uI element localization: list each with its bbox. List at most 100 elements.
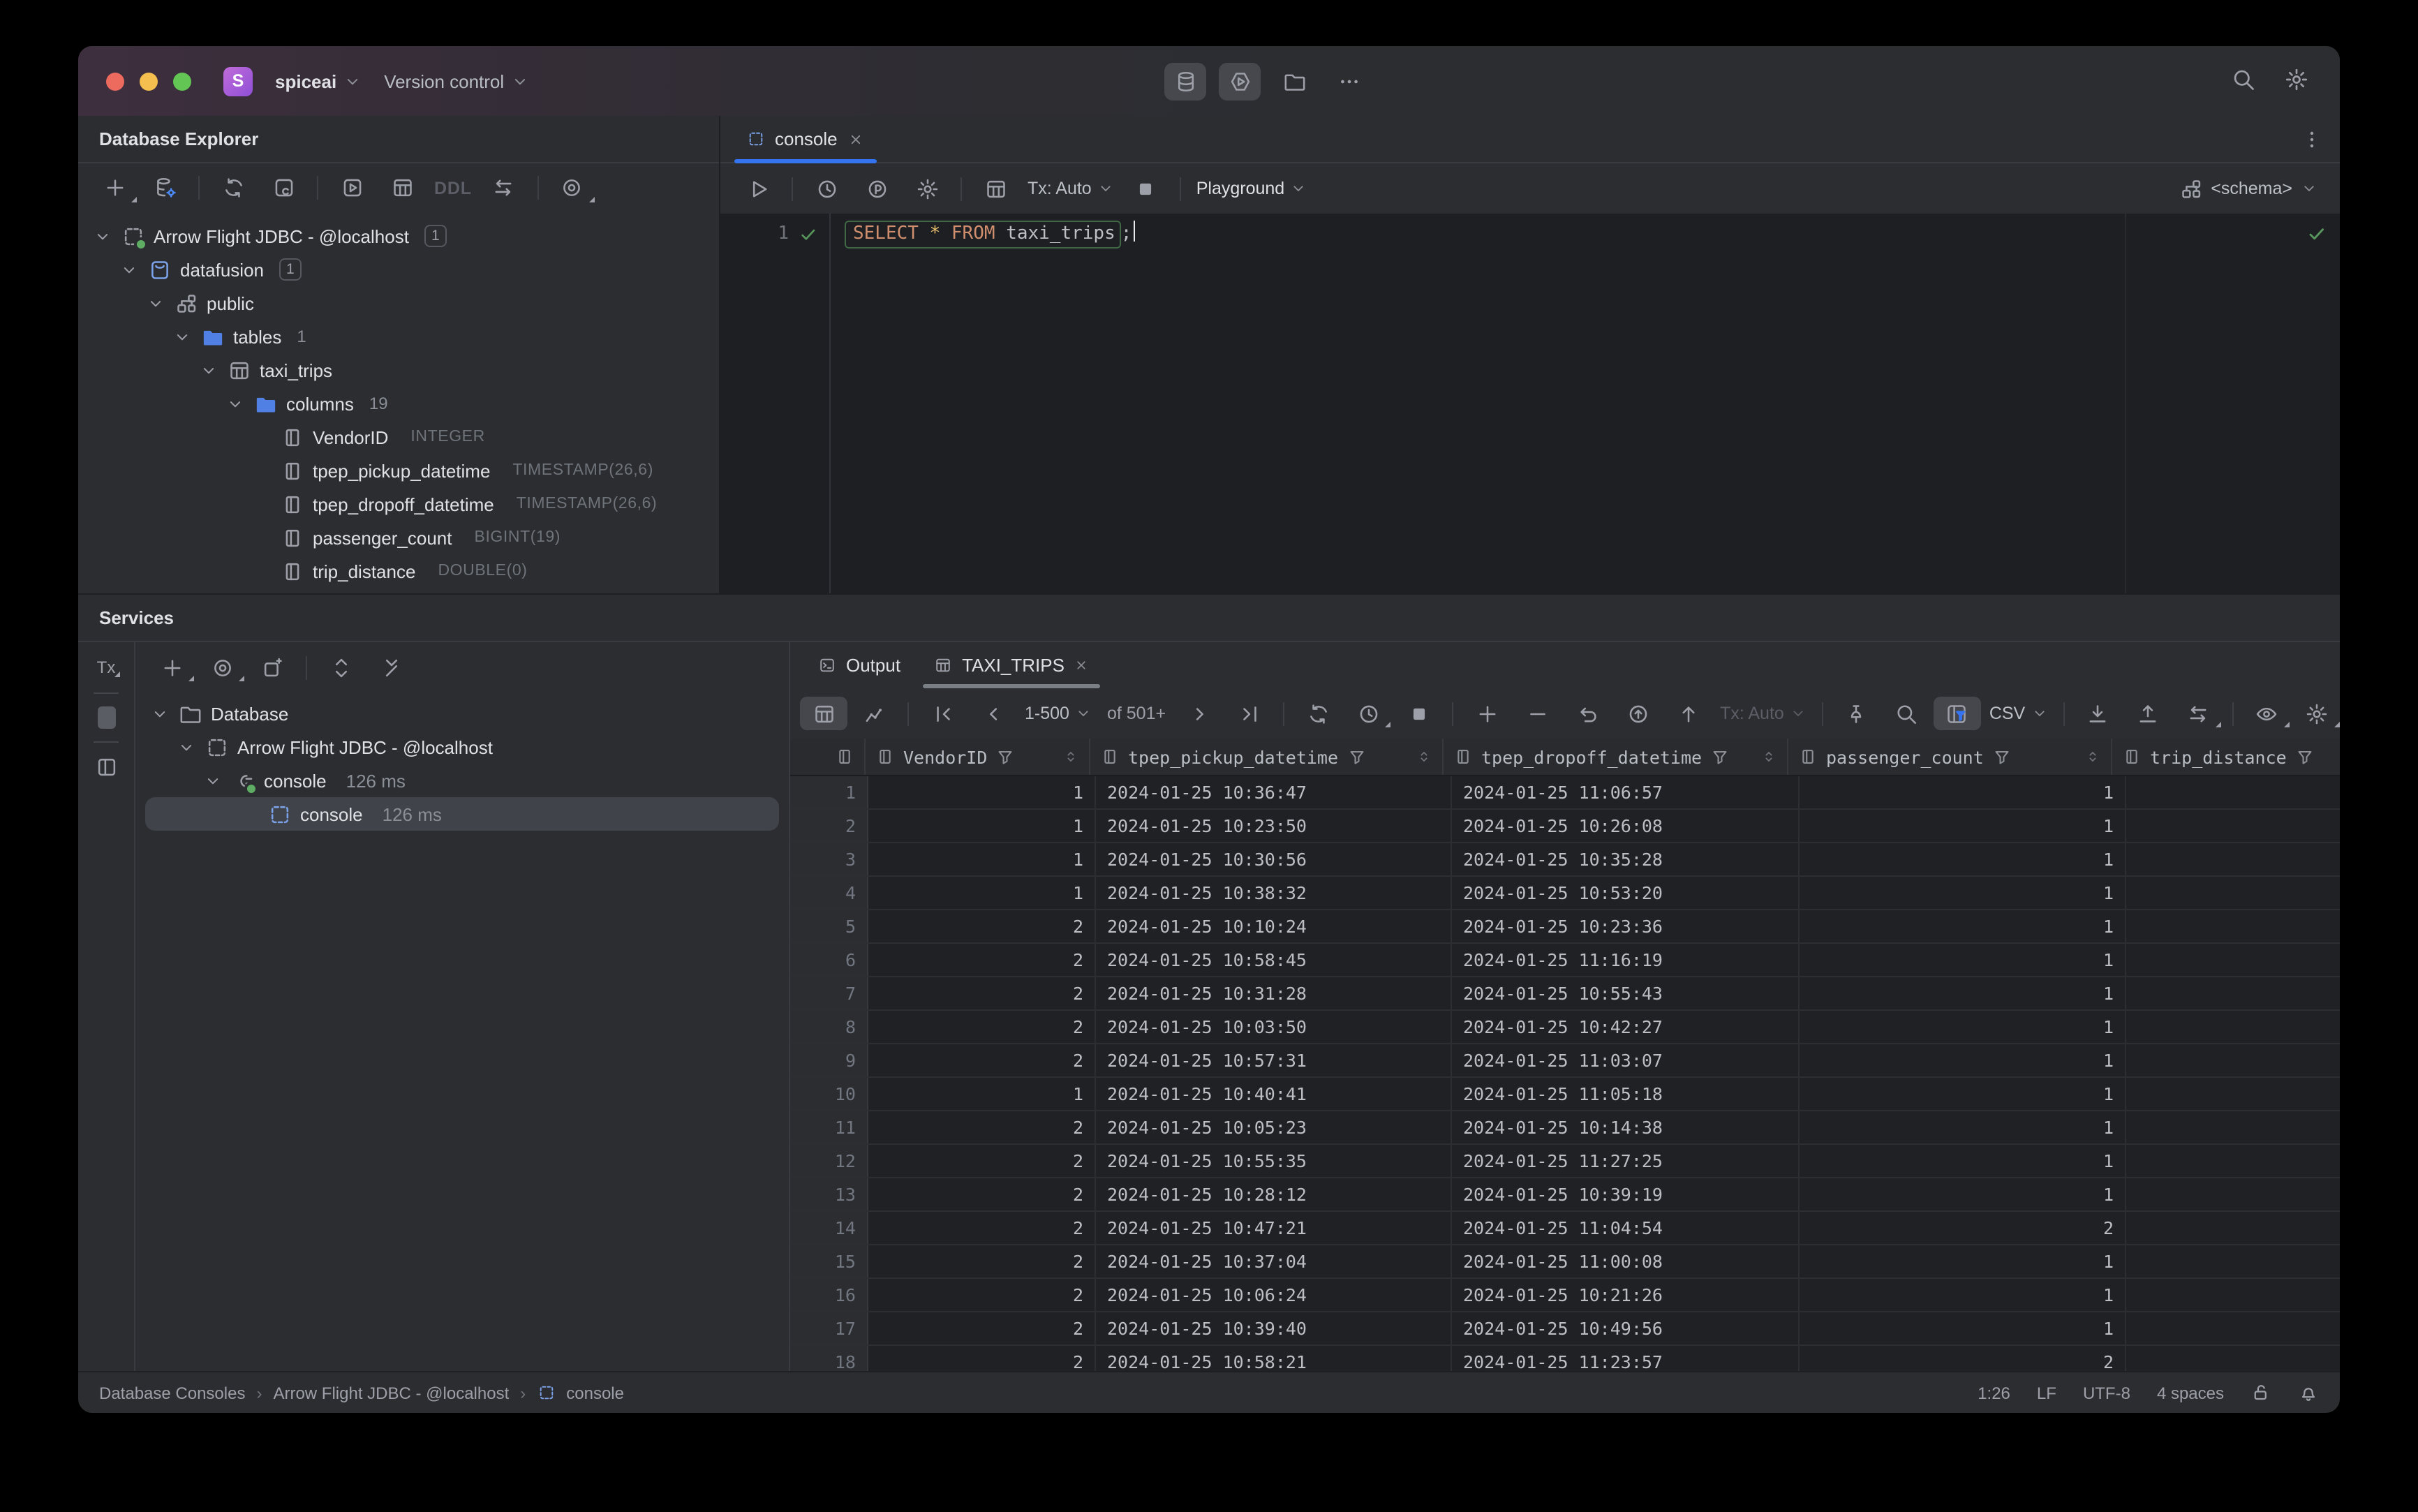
database-tool-button[interactable] <box>1164 62 1206 100</box>
chevron-down-icon[interactable] <box>172 327 193 346</box>
file-encoding[interactable]: UTF-8 <box>2083 1383 2130 1402</box>
unlock-icon[interactable] <box>2250 1382 2271 1403</box>
run-widget-button[interactable] <box>1219 62 1261 100</box>
svc-item-console-file[interactable]: console 126 ms <box>145 797 779 831</box>
cell-tpep_dropoff_datetime[interactable]: 2024-01-25 10:42:27 <box>1452 1011 1800 1043</box>
cell-passenger_count[interactable]: 1 <box>1800 1312 2126 1344</box>
tree-item-tpep-dropoff-datetime[interactable]: tpep_dropoff_datetime TIMESTAMP(26,6) <box>78 487 719 521</box>
sort-icon[interactable] <box>2084 748 2101 765</box>
pin-tab-button[interactable] <box>1833 697 1881 730</box>
table-row[interactable]: 15 2 2024-01-25 10:37:04 2024-01-25 11:00:0… <box>790 1245 2340 1279</box>
cell-passenger_count[interactable]: 2 <box>1800 1212 2126 1244</box>
cell-tpep_pickup_datetime[interactable]: 2024-01-25 10:58:21 <box>1096 1346 1452 1371</box>
cell-tpep_pickup_datetime[interactable]: 2024-01-25 10:40:41 <box>1096 1078 1452 1110</box>
table-row[interactable]: 12 2 2024-01-25 10:55:35 2024-01-25 11:27:2… <box>790 1145 2340 1178</box>
cell-vendorid[interactable]: 2 <box>868 1245 1096 1277</box>
row-number[interactable]: 7 <box>790 977 868 1009</box>
data-source-properties-button[interactable] <box>141 171 188 205</box>
project-menu[interactable]: spiceai <box>264 60 373 102</box>
cell-passenger_count[interactable]: 1 <box>1800 843 2126 875</box>
delete-row-button[interactable] <box>1513 697 1561 730</box>
previous-page-button[interactable] <box>969 697 1016 730</box>
table-row[interactable]: 13 2 2024-01-25 10:28:12 2024-01-25 10:39:1… <box>790 1178 2340 1212</box>
filter-funnel-icon[interactable] <box>995 747 1015 766</box>
row-number[interactable]: 5 <box>790 910 868 942</box>
vcs-menu[interactable]: Version control <box>373 60 540 102</box>
cell-vendorid[interactable]: 2 <box>868 1178 1096 1210</box>
cell-vendorid[interactable]: 2 <box>868 944 1096 976</box>
cell-passenger_count[interactable]: 1 <box>1800 810 2126 842</box>
cell-passenger_count[interactable]: 1 <box>1800 1279 2126 1311</box>
zoom-window-button[interactable] <box>173 72 191 90</box>
cell-passenger_count[interactable]: 1 <box>1800 944 2126 976</box>
view-as-chart-button[interactable] <box>850 697 898 730</box>
cell-trip_distance[interactable]: 1.8 <box>2126 1078 2340 1110</box>
cell-passenger_count[interactable]: 1 <box>1800 1078 2126 1110</box>
page-size-dropdown[interactable]: 1-500 <box>1019 697 1097 730</box>
cell-tpep_pickup_datetime[interactable]: 2024-01-25 10:37:04 <box>1096 1245 1452 1277</box>
column-header-vendorid[interactable]: VendorID <box>866 739 1090 775</box>
cell-trip_distance[interactable]: 0.43 <box>2126 1312 2340 1344</box>
cell-vendorid[interactable]: 2 <box>868 1312 1096 1344</box>
cell-trip_distance[interactable]: 0.98 <box>2126 1279 2340 1311</box>
chevron-down-icon[interactable] <box>92 227 113 245</box>
grid-corner-cell[interactable] <box>790 739 866 775</box>
table-row[interactable]: 4 1 2024-01-25 10:38:32 2024-01-25 10:53:20… <box>790 877 2340 910</box>
find-button[interactable] <box>1883 697 1931 730</box>
row-number[interactable]: 3 <box>790 843 868 875</box>
cell-tpep_pickup_datetime[interactable]: 2024-01-25 10:23:50 <box>1096 810 1452 842</box>
table-row[interactable]: 14 2 2024-01-25 10:47:21 2024-01-25 11:04:5… <box>790 1212 2340 1245</box>
cell-trip_distance[interactable]: 0.75 <box>2126 1178 2340 1210</box>
table-row[interactable]: 3 1 2024-01-25 10:30:56 2024-01-25 10:35:28… <box>790 843 2340 877</box>
row-number[interactable]: 11 <box>790 1111 868 1143</box>
table-row[interactable]: 8 2 2024-01-25 10:03:50 2024-01-25 10:42:27… <box>790 1011 2340 1044</box>
cell-tpep_pickup_datetime[interactable]: 2024-01-25 10:47:21 <box>1096 1212 1452 1244</box>
cell-passenger_count[interactable]: 1 <box>1800 1111 2126 1143</box>
more-tools-button[interactable] <box>1328 62 1370 100</box>
cell-tpep_pickup_datetime[interactable]: 2024-01-25 10:31:28 <box>1096 977 1452 1009</box>
row-number[interactable]: 14 <box>790 1212 868 1244</box>
cell-passenger_count[interactable]: 1 <box>1800 1178 2126 1210</box>
caret-position[interactable]: 1:26 <box>1978 1383 2010 1402</box>
cell-vendorid[interactable]: 1 <box>868 877 1096 909</box>
cell-tpep_pickup_datetime[interactable]: 2024-01-25 10:10:24 <box>1096 910 1452 942</box>
sort-icon[interactable] <box>1062 748 1079 765</box>
table-row[interactable]: 11 2 2024-01-25 10:05:23 2024-01-25 10:14:3… <box>790 1111 2340 1145</box>
indent-style[interactable]: 4 spaces <box>2157 1383 2224 1402</box>
tab-console[interactable]: console <box>732 116 880 163</box>
table-row[interactable]: 9 2 2024-01-25 10:57:31 2024-01-25 11:03:07… <box>790 1044 2340 1078</box>
tab-output[interactable]: Output <box>801 642 917 688</box>
column-header-passenger_count[interactable]: passenger_count <box>1788 739 2112 775</box>
jump-to-console-button[interactable] <box>260 171 307 205</box>
cell-passenger_count[interactable]: 1 <box>1800 877 2126 909</box>
cell-passenger_count[interactable]: 1 <box>1800 1011 2126 1043</box>
cell-tpep_pickup_datetime[interactable]: 2024-01-25 10:58:45 <box>1096 944 1452 976</box>
chevron-down-icon[interactable] <box>149 704 170 722</box>
filter-panel-button[interactable] <box>1933 697 1981 730</box>
breadcrumb-item[interactable]: console <box>566 1383 624 1402</box>
ddl-button[interactable]: DDL <box>429 171 477 205</box>
cell-passenger_count[interactable]: 1 <box>1800 776 2126 808</box>
tx-mode-dropdown[interactable]: Tx: Auto <box>1714 697 1812 730</box>
compare-button[interactable] <box>2174 697 2222 730</box>
view-options-button[interactable] <box>549 171 596 205</box>
cell-tpep_dropoff_datetime[interactable]: 2024-01-25 10:26:08 <box>1452 810 1800 842</box>
cell-tpep_dropoff_datetime[interactable]: 2024-01-25 10:53:20 <box>1452 877 1800 909</box>
project-folder-button[interactable] <box>1273 62 1315 100</box>
row-number[interactable]: 13 <box>790 1178 868 1210</box>
tree-item-vendorid[interactable]: VendorID INTEGER <box>78 420 719 454</box>
cell-vendorid[interactable]: 2 <box>868 1011 1096 1043</box>
view-settings-button[interactable] <box>2243 697 2290 730</box>
sort-icon[interactable] <box>1760 748 1777 765</box>
parameters-button[interactable] <box>853 172 900 205</box>
row-number[interactable]: 16 <box>790 1279 868 1311</box>
table-row[interactable]: 17 2 2024-01-25 10:39:40 2024-01-25 10:49:5… <box>790 1312 2340 1346</box>
cell-passenger_count[interactable]: 1 <box>1800 977 2126 1009</box>
row-number[interactable]: 8 <box>790 1011 868 1043</box>
cell-vendorid[interactable]: 1 <box>868 810 1096 842</box>
cell-tpep_pickup_datetime[interactable]: 2024-01-25 10:06:24 <box>1096 1279 1452 1311</box>
chevron-down-icon[interactable] <box>119 260 140 279</box>
cell-tpep_dropoff_datetime[interactable]: 2024-01-25 11:27:25 <box>1452 1145 1800 1177</box>
auto-refresh-button[interactable] <box>1344 697 1392 730</box>
tree-item-public[interactable]: public <box>78 286 719 320</box>
